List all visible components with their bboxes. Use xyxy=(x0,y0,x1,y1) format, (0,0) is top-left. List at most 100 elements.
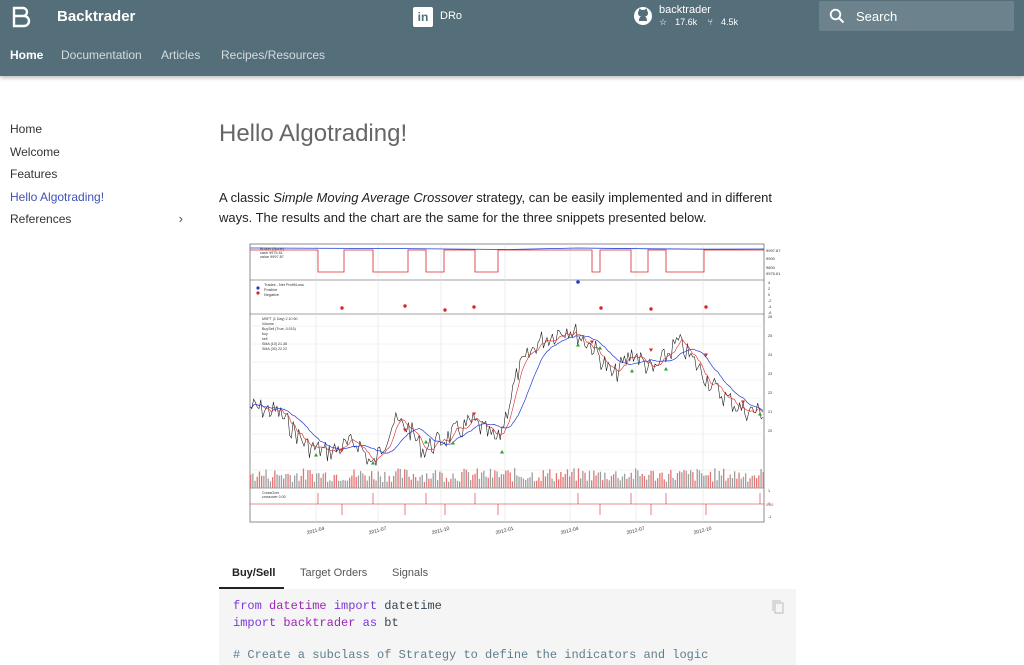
volume-bar xyxy=(410,479,412,488)
trade-loss-marker xyxy=(599,306,603,310)
volume-bar xyxy=(386,481,388,488)
price-legend-item: BuySell (True, 0.015) xyxy=(262,327,296,331)
volume-bar xyxy=(441,472,443,488)
github-stats: ☆ 17.6k ⑂ 4.5k xyxy=(659,17,746,28)
volume-bar xyxy=(509,472,511,488)
tab-home[interactable]: Home xyxy=(10,48,43,62)
price-legend-item: Volume xyxy=(262,322,274,326)
price-y-tick: 25 xyxy=(768,334,772,338)
volume-bar xyxy=(683,470,685,488)
code-name: bt xyxy=(384,616,399,630)
volume-bar xyxy=(593,470,595,488)
backtest-chart: 2011-04 2011-07 2011-10 2012-01 2012-04 2012-… xyxy=(249,243,781,537)
x-tick-label: 2012-10 xyxy=(693,526,712,537)
volume-bar xyxy=(327,481,329,488)
code-module: backtrader xyxy=(283,616,356,630)
code-line-2: import backtrader as bt xyxy=(233,616,399,630)
chevron-right-icon[interactable]: › xyxy=(179,211,183,226)
code-block: from datetime import datetime import bac… xyxy=(219,589,796,665)
volume-bar xyxy=(448,481,450,488)
volume-bar xyxy=(452,473,454,488)
github-repo-name[interactable]: backtrader xyxy=(659,4,711,16)
volume-bar xyxy=(322,473,324,488)
volume-bar xyxy=(351,475,353,488)
tab-buy-sell[interactable]: Buy/Sell xyxy=(232,567,275,579)
volume-bar xyxy=(542,470,544,488)
volume-bar xyxy=(388,475,390,488)
volume-bar xyxy=(643,475,646,488)
volume-bar xyxy=(417,480,419,488)
search-input[interactable]: Search xyxy=(856,9,897,24)
volume-bar xyxy=(373,479,375,488)
trade-loss-marker xyxy=(704,305,708,309)
volume-bar xyxy=(305,479,307,488)
volume-bar xyxy=(472,474,474,488)
volume-bar xyxy=(342,479,344,488)
volume-bar xyxy=(505,470,507,488)
backtrader-logo-icon[interactable] xyxy=(11,6,31,28)
volume-bar xyxy=(443,481,445,488)
volume-bar xyxy=(412,473,415,488)
positive-marker-legend xyxy=(256,286,260,290)
volume-bar xyxy=(606,479,608,488)
volume-bar xyxy=(564,473,566,488)
linkedin-label[interactable]: DRo xyxy=(440,10,462,22)
volume-bar xyxy=(463,468,465,488)
x-tick-label: 2012-07 xyxy=(626,526,645,537)
volume-bar xyxy=(641,473,643,488)
volume-bar xyxy=(661,472,663,488)
volume-bar xyxy=(379,476,382,488)
price-y-tick: 26 xyxy=(768,315,772,319)
volume-bar xyxy=(573,468,575,488)
volume-bar xyxy=(368,476,371,488)
code-keyword: import xyxy=(333,599,378,613)
price-y-tick: 21 xyxy=(768,410,772,414)
github-icon[interactable] xyxy=(633,6,653,26)
volume-bar xyxy=(731,478,734,488)
x-tick-label: 2012-04 xyxy=(560,526,579,537)
sidebar-item-features[interactable]: Features xyxy=(10,167,185,181)
sidebar-item-home[interactable]: Home xyxy=(10,122,185,136)
volume-bar xyxy=(335,474,338,488)
code-line-1: from datetime import datetime xyxy=(233,599,442,613)
volume-bar xyxy=(632,478,635,488)
volume-bar xyxy=(252,473,254,488)
linkedin-icon[interactable]: in xyxy=(413,7,433,27)
site-title[interactable]: Backtrader xyxy=(57,8,135,25)
volume-bar xyxy=(659,473,661,488)
volume-bar xyxy=(582,470,584,488)
volume-bar xyxy=(652,470,654,488)
volume-bar xyxy=(364,475,366,488)
volume-bar xyxy=(291,481,294,488)
tab-articles[interactable]: Articles xyxy=(161,48,200,62)
volume-bar xyxy=(318,473,320,488)
volume-bar xyxy=(527,478,529,488)
volume-bar xyxy=(467,472,470,488)
volume-bar xyxy=(267,478,269,488)
volume-bar xyxy=(588,470,591,488)
sidebar-item-welcome[interactable]: Welcome xyxy=(10,145,185,159)
volume-bar xyxy=(498,477,500,488)
price-legend-item: SMA (30) 22.22 xyxy=(262,347,287,351)
tab-recipes-resources[interactable]: Recipes/Resources xyxy=(221,48,325,62)
volume-bar xyxy=(258,471,261,488)
volume-bar xyxy=(718,470,720,488)
search-box[interactable]: Search xyxy=(819,1,1014,31)
tab-target-orders[interactable]: Target Orders xyxy=(300,567,367,579)
volume-bar xyxy=(313,481,316,488)
tab-documentation[interactable]: Documentation xyxy=(61,48,142,62)
volume-bar xyxy=(635,468,637,488)
fork-icon: ⑂ xyxy=(707,17,714,27)
tab-signals[interactable]: Signals xyxy=(392,567,428,579)
volume-bar xyxy=(371,471,373,488)
copy-icon[interactable] xyxy=(772,600,784,614)
trade-loss-marker xyxy=(340,306,344,310)
volume-bar xyxy=(525,479,527,488)
sidebar-item-hello-algotrading[interactable]: Hello Algotrading! xyxy=(10,190,185,204)
sidebar-item-references[interactable]: References › xyxy=(10,211,185,226)
volume-bar xyxy=(415,477,417,488)
volume-bar xyxy=(648,474,650,488)
volume-bar xyxy=(428,478,430,488)
volume-bar xyxy=(692,472,694,488)
volume-bar xyxy=(758,475,760,488)
